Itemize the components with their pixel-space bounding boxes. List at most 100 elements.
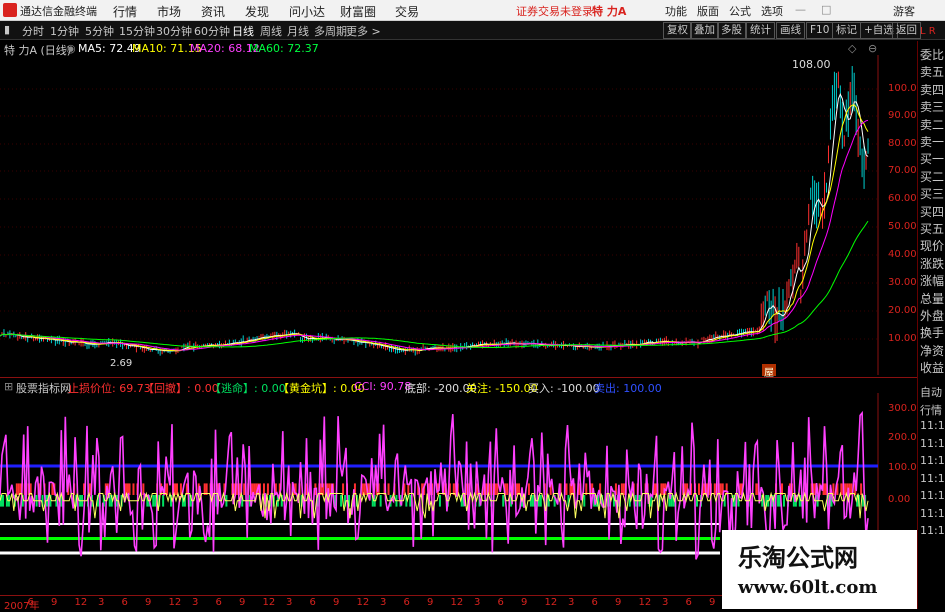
period-more[interactable]: 更多 >: [346, 23, 381, 39]
panel-time-item: 11:1: [920, 506, 945, 520]
date-axis-tick: 6: [121, 597, 128, 608]
indicator-axis-tick: 300.0: [888, 403, 917, 414]
signal-bar-red: [565, 483, 568, 495]
date-axis-tick: 6: [497, 597, 504, 608]
signal-bar-red: [824, 483, 827, 495]
panel-time-item: 11:1: [920, 419, 945, 432]
panel-time-item: 11:1: [920, 454, 945, 467]
user-label[interactable]: 游客: [893, 3, 915, 19]
indicator-menu-icon[interactable]: ⊞: [4, 380, 13, 393]
app-logo-icon: [3, 3, 17, 17]
draw-line-button[interactable]: 画线: [776, 22, 805, 39]
panel-item: 买三: [920, 187, 945, 202]
panel-time-item: 11:1: [920, 436, 945, 450]
signal-bar-green: [438, 495, 441, 507]
signal-bar-red: [506, 483, 509, 495]
menu-trade[interactable]: 交易: [395, 3, 419, 20]
panel-item: 总量: [920, 291, 945, 306]
menu-wealth-circle[interactable]: 财富圈: [340, 3, 376, 20]
date-axis-tick: 12: [356, 597, 370, 608]
signal-bar-red: [755, 483, 758, 495]
app-name: 通达信金融终端: [20, 5, 97, 18]
price-chart[interactable]: [0, 55, 917, 375]
panel-item: 买五: [920, 222, 945, 236]
toolbar-collapse-icon[interactable]: ▮: [4, 23, 10, 36]
menu-discover[interactable]: 发现: [245, 3, 269, 20]
mark-button[interactable]: 标记: [832, 22, 861, 39]
panel-time-item: 11:1: [920, 489, 945, 502]
menu-market[interactable]: 市场: [157, 3, 181, 20]
signal-bar-green: [777, 495, 780, 507]
period-daily[interactable]: 日线: [232, 23, 254, 39]
menu-news[interactable]: 资讯: [201, 3, 225, 20]
chart-collapse-icon[interactable]: ⊖: [868, 42, 877, 55]
date-axis-tick: 6: [591, 597, 598, 608]
period-monthly[interactable]: 月线: [287, 23, 309, 39]
signal-bar-green: [539, 495, 542, 507]
pane-divider[interactable]: [0, 377, 917, 378]
menu-options[interactable]: 选项: [761, 3, 783, 19]
panel-time-item: 11:1: [920, 471, 945, 485]
period-multi[interactable]: 多周期: [314, 23, 347, 39]
menu-market-quotes[interactable]: 行情: [113, 3, 137, 20]
price-axis-tick: 50.00: [888, 221, 917, 232]
period-1min[interactable]: 1分钟: [50, 23, 79, 39]
price-axis-tick: 10.00: [888, 333, 917, 344]
menu-functions[interactable]: 功能: [665, 3, 687, 19]
legend-settings-icon[interactable]: ◉: [66, 42, 76, 55]
period-5min[interactable]: 5分钟: [85, 23, 114, 39]
f10-button[interactable]: F10: [806, 22, 834, 39]
date-axis-tick: 6: [685, 597, 692, 608]
adjust-button[interactable]: 复权: [663, 22, 692, 39]
multi-stock-button[interactable]: 多股: [717, 22, 746, 39]
trade-login-warning[interactable]: 证券交易未登录: [516, 3, 593, 19]
period-15min[interactable]: 15分钟: [119, 23, 155, 39]
maximize-icon[interactable]: □: [821, 3, 831, 16]
panel-item: 现价: [920, 239, 945, 254]
signal-bar-red: [15, 483, 18, 495]
period-60min[interactable]: 60分钟: [194, 23, 230, 39]
ma60-label: MA60: 72.37: [249, 42, 319, 55]
menu-ask[interactable]: 问小达: [289, 3, 325, 20]
panel-item: 买一: [920, 152, 945, 167]
panel-item: 外盘: [920, 309, 945, 323]
period-30min[interactable]: 30分钟: [156, 23, 192, 39]
panel-time-item: 11:1: [920, 524, 945, 537]
signal-bar-green: [409, 495, 412, 507]
signal-bar-red: [527, 483, 530, 495]
date-axis-tick: 9: [521, 597, 528, 608]
date-axis-tick: 3: [380, 597, 387, 608]
price-axis-tick: 60.00: [888, 193, 917, 204]
panel-toggle-label[interactable]: L R: [920, 26, 936, 37]
indicator-axis-tick: 100.0: [888, 462, 917, 473]
indicator-axis-tick: 0.00: [888, 494, 911, 505]
overlay-button[interactable]: 叠加: [690, 22, 719, 39]
signal-bar-green: [162, 495, 165, 507]
panel-item: 卖二: [920, 117, 945, 132]
date-axis-tick: 3: [662, 597, 669, 608]
chart-diamond-icon[interactable]: ◇: [848, 42, 856, 55]
panel-item: 委比: [920, 48, 945, 62]
period-weekly[interactable]: 周线: [260, 23, 282, 39]
panel-item: 卖三: [920, 100, 945, 115]
signal-bar-red: [132, 483, 135, 495]
statistics-button[interactable]: 统计: [746, 22, 775, 39]
menu-layout[interactable]: 版面: [697, 3, 719, 19]
date-axis-tick: 6: [309, 597, 316, 608]
signal-bar-red: [654, 483, 657, 495]
minimize-icon[interactable]: —: [795, 3, 806, 16]
date-axis-tick: 9: [333, 597, 340, 608]
date-axis-tick: 12: [74, 597, 88, 608]
cci-label: CCI: 90.78: [354, 380, 412, 393]
high-price-label: 108.00: [792, 58, 831, 71]
signal-bar-green: [154, 495, 157, 507]
panel-item: 卖五: [920, 65, 945, 80]
back-button[interactable]: 返回: [892, 22, 921, 39]
event-marker[interactable]: 屋: [762, 364, 776, 379]
menu-formula[interactable]: 公式: [729, 3, 751, 19]
period-intraday[interactable]: 分时: [22, 23, 44, 39]
date-axis-tick: 3: [98, 597, 105, 608]
date-axis-tick: 12: [638, 597, 652, 608]
date-axis-tick: 3: [568, 597, 575, 608]
signal-bar-green: [379, 495, 382, 507]
